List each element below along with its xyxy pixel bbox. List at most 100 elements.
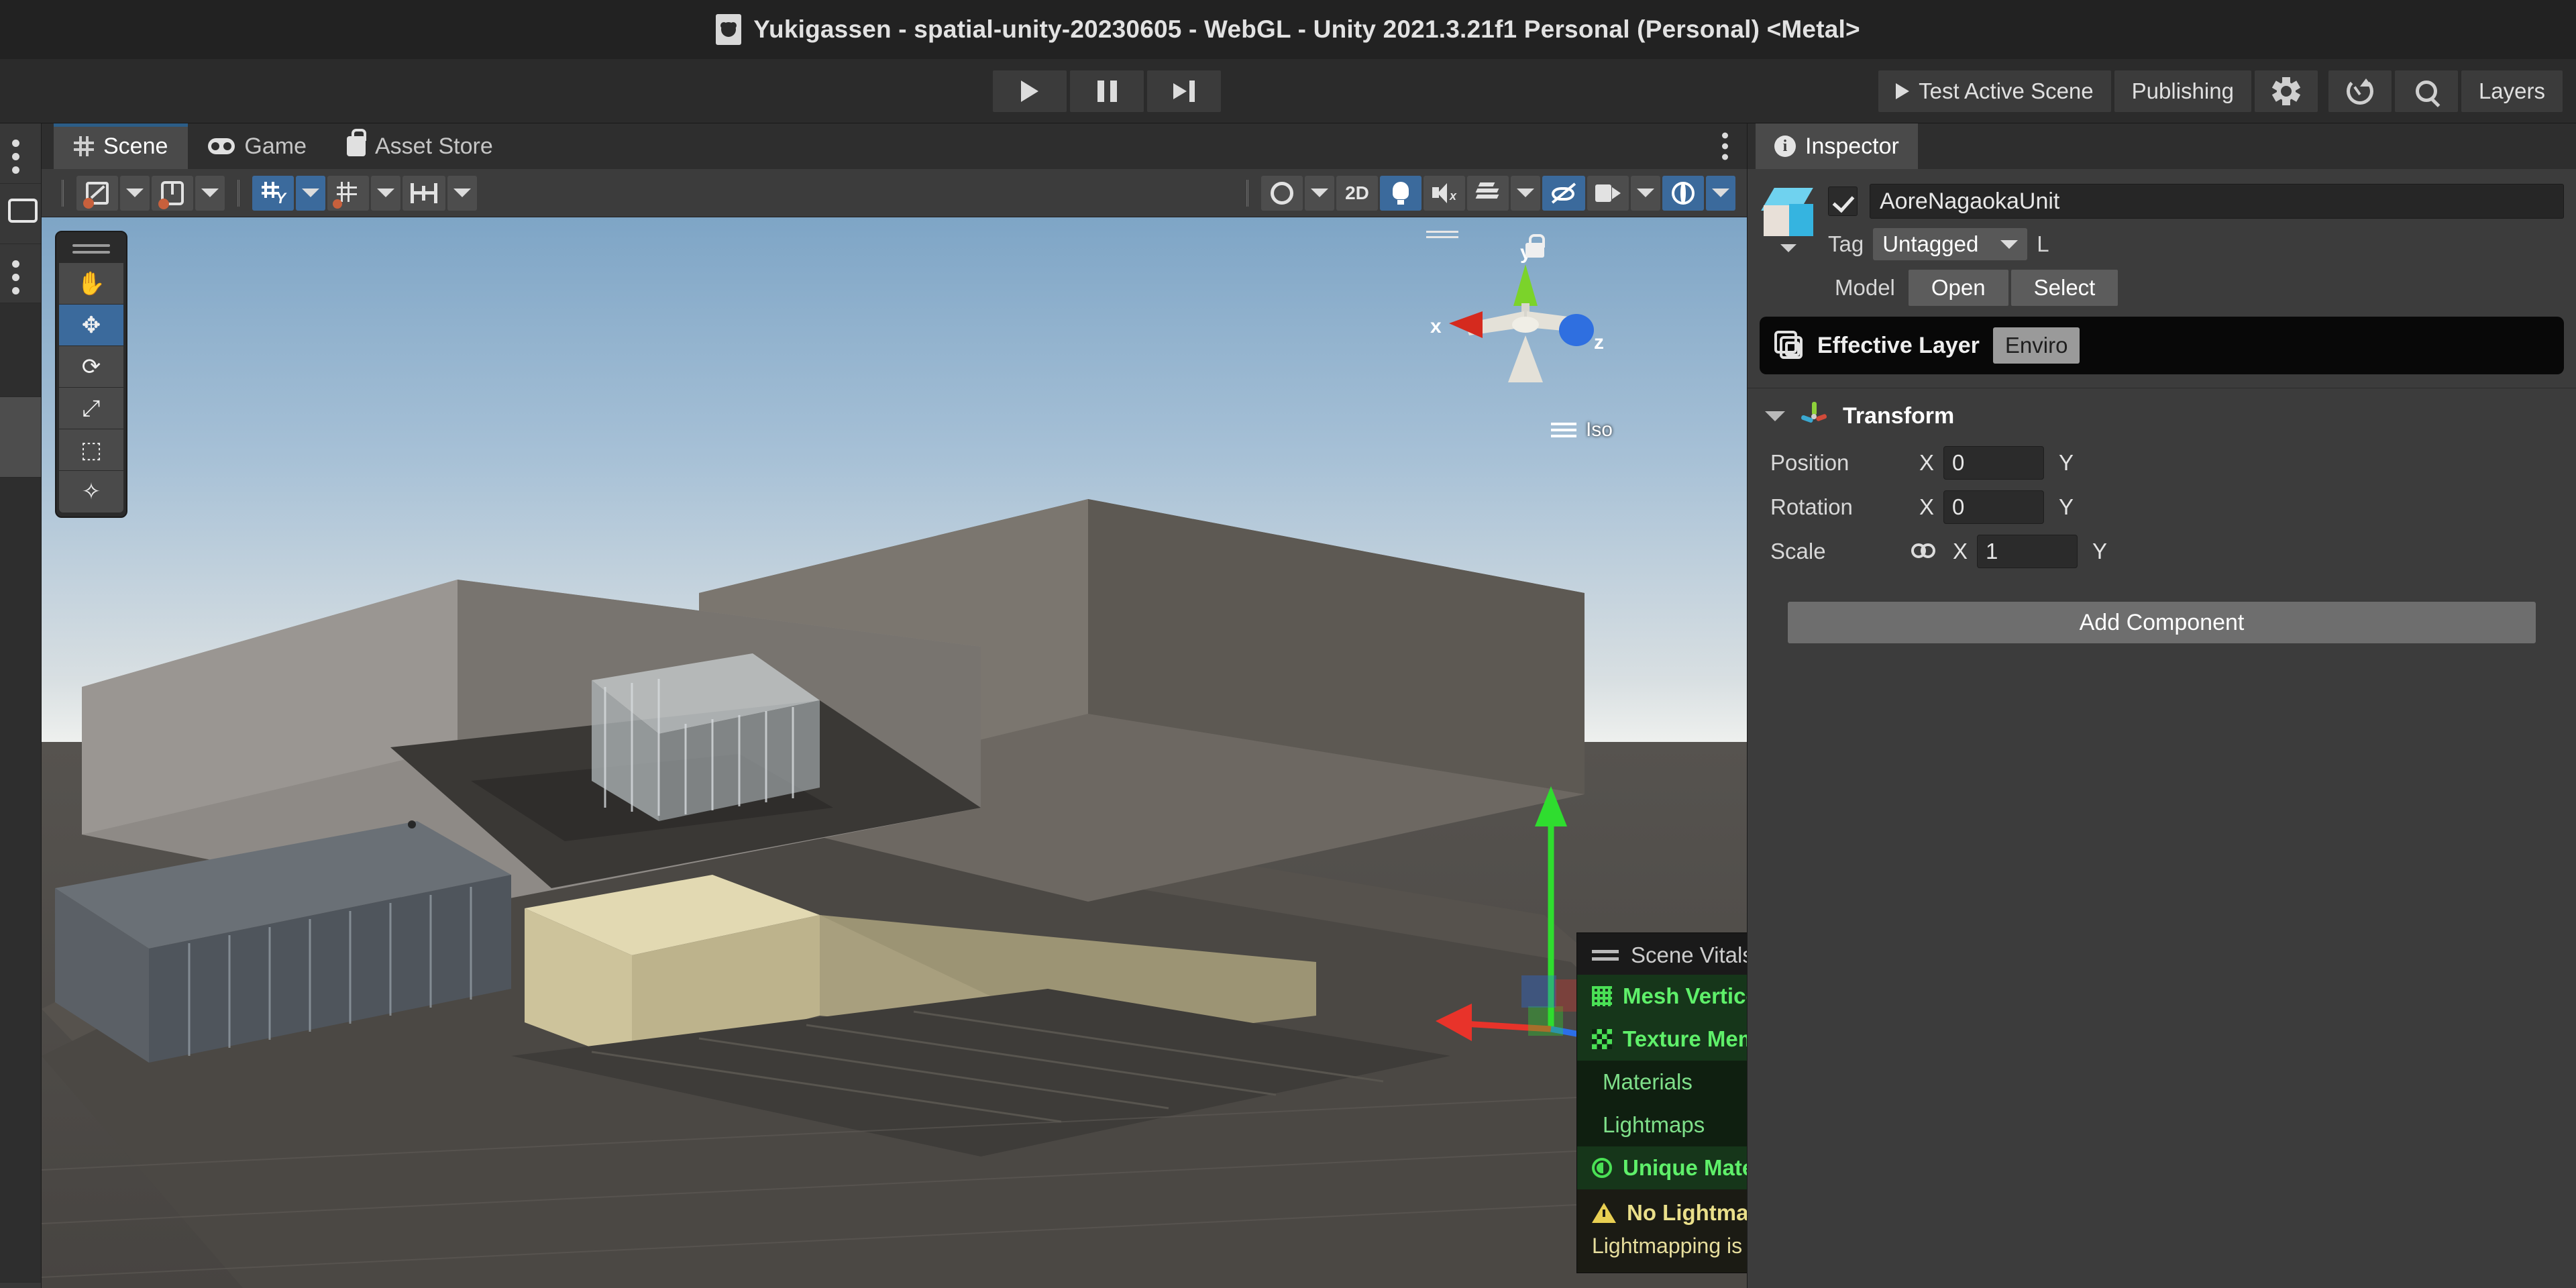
search-icon (2416, 80, 2437, 102)
settings-button[interactable] (2255, 70, 2318, 112)
draw-mode-caret[interactable] (120, 176, 150, 211)
hand-tool-button[interactable]: ✋ (59, 263, 123, 305)
snap-grid-icon (337, 182, 360, 205)
pause-icon (1097, 80, 1117, 102)
vitals-row-lightmaps: Lightmaps 0mb (1577, 1104, 1747, 1146)
play-button[interactable] (993, 70, 1067, 112)
position-y-label: Y (2059, 450, 2074, 476)
test-active-scene-button[interactable]: Test Active Scene (1878, 70, 2110, 112)
rail-overflow-top[interactable] (0, 123, 41, 184)
snap-increment-button[interactable] (402, 176, 445, 211)
rail-active-strip[interactable] (0, 397, 41, 478)
pause-button[interactable] (1070, 70, 1144, 112)
gizmos-toggle-caret[interactable] (1706, 176, 1735, 211)
vitals-row-materials: Materials 5mb (1577, 1061, 1747, 1104)
gizmo-effects-button[interactable] (1261, 176, 1303, 211)
rect-tool-button[interactable]: ⬚ (59, 429, 123, 471)
chevron-down-icon[interactable] (1765, 411, 1785, 421)
tab-scene[interactable]: Scene (54, 123, 188, 169)
tab-inspector[interactable]: i Inspector (1756, 123, 1918, 169)
projection-mode-indicator[interactable]: Iso (1551, 419, 1613, 441)
toggle-fx-button[interactable] (1467, 176, 1509, 211)
scene-dock: Scene Game Asset Store (42, 123, 1747, 1288)
gamepad-icon (208, 138, 235, 154)
rail-maximize[interactable] (0, 184, 41, 244)
scene-orientation-gizmo[interactable]: y x z (1425, 231, 1626, 432)
rail-blank-2 (0, 478, 41, 1283)
toggle-lighting-button[interactable] (1380, 176, 1421, 211)
rotate-tool-button[interactable]: ⟳ (59, 346, 123, 388)
toolbar-right-group: Test Active Scene Publishing Layers (1878, 70, 2563, 112)
inspector-tabstrip: i Inspector (1748, 123, 2576, 169)
chevron-down-icon (1517, 189, 1534, 197)
object-enabled-checkbox[interactable] (1828, 186, 1858, 216)
toggle-hidden-button[interactable] (1542, 176, 1585, 211)
history-icon (2347, 78, 2373, 105)
select-model-button[interactable]: Select (2011, 270, 2118, 306)
unity-editor-window: Yukigassen - spatial-unity-20230605 - We… (0, 0, 2576, 1288)
drag-handle-icon[interactable] (72, 241, 110, 256)
add-component-button[interactable]: Add Component (1788, 602, 2536, 643)
publishing-label: Publishing (2132, 78, 2234, 104)
draw-mode-button[interactable] (76, 176, 118, 211)
grid-axis-button[interactable]: Y (252, 176, 294, 211)
snap-increment-caret[interactable] (447, 176, 477, 211)
render-mode-caret[interactable] (195, 176, 225, 211)
publishing-button[interactable]: Publishing (2114, 70, 2251, 112)
grid-axis-y-icon: Y (262, 182, 284, 205)
hand-icon: ✋ (77, 272, 105, 295)
scene-vitals-header[interactable]: Scene Vitals (1577, 933, 1747, 975)
tag-dropdown[interactable]: Untagged (1873, 228, 2027, 260)
transform-axis-icon (1799, 400, 1829, 431)
transform-tool-button[interactable]: ✧ (59, 471, 123, 513)
more-options-icon[interactable] (1722, 133, 1728, 160)
lock-icon[interactable] (1525, 243, 1544, 258)
axis-gizmo-icon: y x z (1425, 244, 1626, 398)
layers-dropdown[interactable]: Layers (2461, 70, 2563, 112)
rail-overflow-mid[interactable] (0, 244, 41, 303)
snap-grid-button[interactable] (327, 176, 369, 211)
warning-triangle-icon (1592, 1203, 1616, 1223)
rotation-x-field[interactable]: 0 (1943, 490, 2044, 524)
tab-game[interactable]: Game (188, 123, 327, 169)
object-name-field[interactable]: AoreNagaokaUnit (1870, 184, 2564, 219)
scene-viewport[interactable]: ✋ ✥ ⟳ ⤢ ⬚ ✧ (42, 217, 1747, 1288)
snap-grid-caret[interactable] (371, 176, 400, 211)
step-button[interactable] (1147, 70, 1221, 112)
vitals-row-texture-memory: Texture Memory 5mb / 200mb (1577, 1018, 1747, 1061)
cube-wire-icon (161, 181, 184, 205)
effective-layer-value[interactable]: Enviro (1993, 327, 2080, 364)
camera-settings-button[interactable] (1587, 176, 1629, 211)
toggle-fx-caret[interactable] (1511, 176, 1540, 211)
rotation-x-label: X (1919, 494, 1934, 520)
scale-x-label: X (1953, 539, 1968, 564)
scale-tool-button[interactable]: ⤢ (59, 388, 123, 429)
transform-component-header[interactable]: Transform (1748, 388, 2576, 441)
scene-vitals-overlay[interactable]: Scene Vitals Mesh Vertices 13K / 500K (1576, 932, 1747, 1273)
chevron-down-icon (201, 189, 219, 197)
rect-transform-icon: ⬚ (80, 439, 102, 462)
camera-settings-caret[interactable] (1631, 176, 1660, 211)
drag-handle-icon[interactable] (1592, 950, 1619, 961)
move-tool-button[interactable]: ✥ (59, 305, 123, 346)
texture-checker-icon (1592, 1029, 1612, 1049)
scale-x-field[interactable]: 1 (1977, 535, 2078, 568)
toggle-2d-button[interactable]: 2D (1336, 176, 1378, 211)
chevron-down-icon[interactable] (1780, 244, 1796, 252)
tab-asset-store[interactable]: Asset Store (327, 123, 513, 169)
history-button[interactable] (2328, 70, 2392, 112)
toggle-audio-button[interactable]: x (1424, 176, 1465, 211)
gizmo-menu-icon[interactable] (1426, 231, 1458, 238)
fx-layers-icon (1477, 182, 1499, 204)
toolbar-divider-2 (237, 180, 241, 207)
position-x-field[interactable]: 0 (1943, 446, 2044, 480)
gizmo-effects-caret[interactable] (1305, 176, 1334, 211)
grid-axis-caret[interactable] (296, 176, 325, 211)
search-button[interactable] (2395, 70, 2458, 112)
open-model-button[interactable]: Open (1909, 270, 2008, 306)
layer-label: L (2037, 231, 2049, 257)
link-broken-icon[interactable] (1911, 542, 1938, 561)
gizmos-toggle-button[interactable] (1662, 176, 1704, 211)
effective-layer-row[interactable]: Effective Layer Enviro (1760, 317, 2564, 374)
render-mode-button[interactable] (152, 176, 193, 211)
